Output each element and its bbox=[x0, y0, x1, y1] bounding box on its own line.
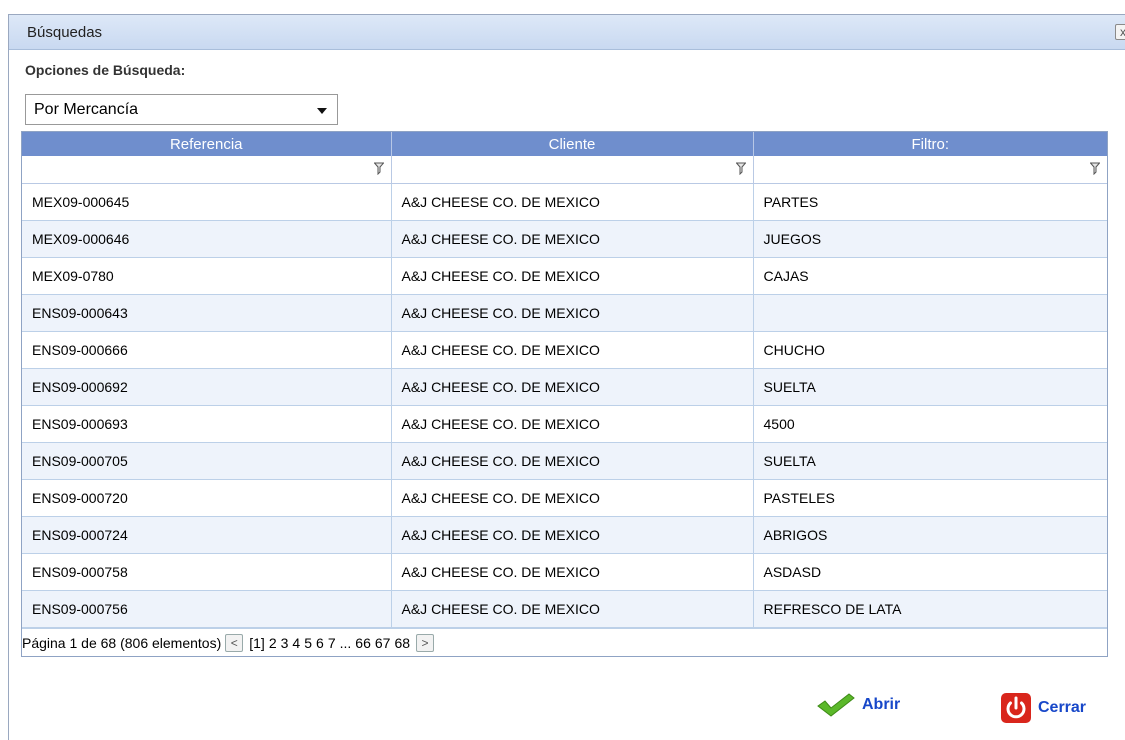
close-icon[interactable]: x bbox=[1115, 24, 1125, 40]
filter-row bbox=[22, 156, 1107, 184]
pager-page-link[interactable]: 67 bbox=[375, 635, 391, 651]
cell-filtro: PASTELES bbox=[753, 479, 1107, 517]
column-header-referencia[interactable]: Referencia bbox=[22, 132, 392, 156]
cell-cliente: A&J CHEESE CO. DE MEXICO bbox=[391, 294, 754, 332]
dialog-title: Búsquedas bbox=[27, 24, 103, 41]
table-row[interactable]: ENS09-000692 A&J CHEESE CO. DE MEXICO SU… bbox=[22, 368, 1107, 406]
cell-cliente: A&J CHEESE CO. DE MEXICO bbox=[391, 368, 754, 406]
search-option-value: Por Mercancía bbox=[34, 101, 139, 118]
pager-page-link[interactable]: 2 bbox=[269, 635, 277, 651]
cell-referencia: ENS09-000693 bbox=[22, 405, 392, 443]
cell-filtro: REFRESCO DE LATA bbox=[753, 590, 1107, 628]
cell-cliente: A&J CHEESE CO. DE MEXICO bbox=[391, 516, 754, 554]
search-options-label: Opciones de Búsqueda: bbox=[25, 62, 186, 78]
cell-filtro: JUEGOS bbox=[753, 220, 1107, 258]
pager-current-page: [1] bbox=[249, 635, 265, 651]
cell-referencia: ENS09-000705 bbox=[22, 442, 392, 480]
cell-cliente: A&J CHEESE CO. DE MEXICO bbox=[391, 183, 754, 221]
cell-referencia: MEX09-000645 bbox=[22, 183, 392, 221]
grid-header-row: Referencia Cliente Filtro: bbox=[22, 132, 1107, 156]
cell-cliente: A&J CHEESE CO. DE MEXICO bbox=[391, 442, 754, 480]
chevron-down-icon[interactable] bbox=[317, 108, 327, 114]
table-row[interactable]: ENS09-000705 A&J CHEESE CO. DE MEXICO SU… bbox=[22, 442, 1107, 480]
cell-cliente: A&J CHEESE CO. DE MEXICO bbox=[391, 590, 754, 628]
cell-referencia: ENS09-000724 bbox=[22, 516, 392, 554]
filter-icon[interactable] bbox=[1090, 162, 1100, 175]
checkmark-icon bbox=[817, 693, 855, 717]
table-row[interactable]: ENS09-000756 A&J CHEESE CO. DE MEXICO RE… bbox=[22, 590, 1107, 628]
dialog-titlebar[interactable]: Búsquedas x bbox=[9, 15, 1125, 50]
column-header-filtro[interactable]: Filtro: bbox=[753, 132, 1107, 156]
pager-ellipsis[interactable]: ... bbox=[340, 635, 352, 651]
cell-cliente: A&J CHEESE CO. DE MEXICO bbox=[391, 257, 754, 295]
cell-filtro: ASDASD bbox=[753, 553, 1107, 591]
table-row[interactable]: ENS09-000724 A&J CHEESE CO. DE MEXICO AB… bbox=[22, 516, 1107, 554]
cell-referencia: ENS09-000643 bbox=[22, 294, 392, 332]
cell-referencia: ENS09-000692 bbox=[22, 368, 392, 406]
table-row[interactable]: MEX09-0780 A&J CHEESE CO. DE MEXICO CAJA… bbox=[22, 257, 1107, 295]
chevron-left-icon[interactable]: < bbox=[225, 634, 244, 652]
table-row[interactable]: ENS09-000693 A&J CHEESE CO. DE MEXICO 45… bbox=[22, 405, 1107, 443]
table-row[interactable]: MEX09-000645 A&J CHEESE CO. DE MEXICO PA… bbox=[22, 183, 1107, 221]
open-button[interactable]: Abrir bbox=[816, 692, 900, 718]
cell-referencia: MEX09-0780 bbox=[22, 257, 392, 295]
cell-cliente: A&J CHEESE CO. DE MEXICO bbox=[391, 405, 754, 443]
close-button-label: Cerrar bbox=[1038, 699, 1087, 716]
pager-page-link[interactable]: 6 bbox=[316, 635, 324, 651]
pager-page-link[interactable]: 68 bbox=[394, 635, 410, 651]
pager: Página 1 de 68 (806 elementos) < [1] 2 3… bbox=[22, 628, 1107, 656]
table-row[interactable]: MEX09-000646 A&J CHEESE CO. DE MEXICO JU… bbox=[22, 220, 1107, 258]
table-row[interactable]: ENS09-000643 A&J CHEESE CO. DE MEXICO bbox=[22, 294, 1107, 332]
close-button[interactable]: Cerrar bbox=[1000, 692, 1086, 724]
cell-cliente: A&J CHEESE CO. DE MEXICO bbox=[391, 479, 754, 517]
column-header-cliente[interactable]: Cliente bbox=[391, 132, 754, 156]
pager-page-link[interactable]: 5 bbox=[304, 635, 312, 651]
table-row[interactable]: ENS09-000758 A&J CHEESE CO. DE MEXICO AS… bbox=[22, 553, 1107, 591]
cell-filtro: ABRIGOS bbox=[753, 516, 1107, 554]
filter-cell-filtro[interactable] bbox=[753, 156, 1107, 184]
table-row[interactable]: ENS09-000720 A&J CHEESE CO. DE MEXICO PA… bbox=[22, 479, 1107, 517]
pager-page-link[interactable]: 7 bbox=[328, 635, 336, 651]
pager-summary: Página 1 de 68 (806 elementos) bbox=[22, 635, 222, 651]
chevron-right-icon[interactable]: > bbox=[416, 634, 435, 652]
table-row[interactable]: ENS09-000666 A&J CHEESE CO. DE MEXICO CH… bbox=[22, 331, 1107, 369]
open-button-label: Abrir bbox=[862, 696, 901, 713]
cell-filtro: SUELTA bbox=[753, 442, 1107, 480]
pager-page-link[interactable]: 66 bbox=[355, 635, 371, 651]
pager-page-link[interactable]: 3 bbox=[281, 635, 289, 651]
cell-filtro: PARTES bbox=[753, 183, 1107, 221]
cell-referencia: MEX09-000646 bbox=[22, 220, 392, 258]
filter-icon[interactable] bbox=[735, 162, 746, 175]
cell-cliente: A&J CHEESE CO. DE MEXICO bbox=[391, 553, 754, 591]
cell-cliente: A&J CHEESE CO. DE MEXICO bbox=[391, 220, 754, 258]
cell-filtro bbox=[753, 294, 1107, 332]
filter-cell-referencia[interactable] bbox=[22, 156, 392, 184]
cell-referencia: ENS09-000720 bbox=[22, 479, 392, 517]
cell-cliente: A&J CHEESE CO. DE MEXICO bbox=[391, 331, 754, 369]
cell-filtro: CAJAS bbox=[753, 257, 1107, 295]
pager-page-link[interactable]: 4 bbox=[292, 635, 300, 651]
search-option-select[interactable]: Por Mercancía bbox=[25, 94, 338, 125]
cell-filtro: 4500 bbox=[753, 405, 1107, 443]
cell-referencia: ENS09-000758 bbox=[22, 553, 392, 591]
filter-icon[interactable] bbox=[373, 162, 384, 175]
filter-cell-cliente[interactable] bbox=[391, 156, 754, 184]
results-grid: Referencia Cliente Filtro: MEX09-000645 … bbox=[21, 131, 1108, 657]
cell-filtro: SUELTA bbox=[753, 368, 1107, 406]
power-icon bbox=[1001, 693, 1031, 723]
cell-referencia: ENS09-000756 bbox=[22, 590, 392, 628]
cell-referencia: ENS09-000666 bbox=[22, 331, 392, 369]
cell-filtro: CHUCHO bbox=[753, 331, 1107, 369]
